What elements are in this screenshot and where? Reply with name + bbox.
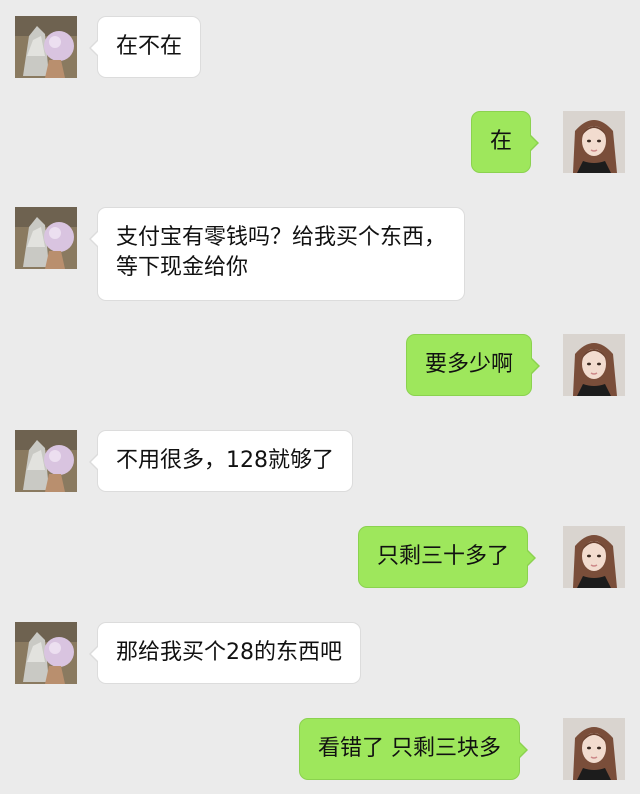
message-bubble[interactable]: 在不在 bbox=[88, 16, 202, 78]
message-bubble[interactable]: 那给我买个28的东西吧 bbox=[89, 622, 361, 684]
contact-avatar-icon bbox=[15, 430, 77, 492]
self-avatar[interactable] bbox=[563, 111, 625, 173]
self-avatar-icon bbox=[563, 111, 625, 173]
self-avatar-icon bbox=[563, 526, 625, 588]
message-text: 要多少啊 bbox=[425, 352, 514, 377]
self-avatar-icon bbox=[563, 718, 625, 780]
message-text: 看错了 只剩三块多 bbox=[318, 736, 501, 761]
message-text: 支付宝有零钱吗？给我买个东西， bbox=[116, 225, 447, 250]
message-text: 那给我买个28的东西吧 bbox=[116, 640, 342, 665]
contact-avatar[interactable] bbox=[15, 430, 77, 492]
message-bubble[interactable]: 只剩三十多了 bbox=[358, 526, 537, 588]
contact-avatar[interactable] bbox=[15, 622, 77, 684]
message-text: 等下现金给你 bbox=[116, 255, 249, 280]
message-bubble[interactable]: 不用很多，128就够了 bbox=[89, 430, 353, 492]
contact-avatar-icon bbox=[15, 207, 77, 269]
self-avatar-icon bbox=[563, 334, 625, 396]
message-text: 在不在 bbox=[116, 34, 183, 59]
message-bubble[interactable]: 要多少啊 bbox=[406, 334, 541, 396]
contact-avatar-icon bbox=[15, 622, 77, 684]
contact-avatar[interactable] bbox=[15, 207, 77, 269]
message-text: 在 bbox=[490, 129, 513, 154]
message-bubble[interactable]: 看错了 只剩三块多 bbox=[299, 718, 528, 780]
message-text: 不用很多，128就够了 bbox=[116, 448, 334, 473]
contact-avatar-icon bbox=[15, 16, 77, 78]
contact-avatar[interactable] bbox=[15, 16, 77, 78]
message-bubble[interactable]: 在 bbox=[471, 111, 540, 173]
message-bubble[interactable]: 支付宝有零钱吗？给我买个东西， 等下现金给你 bbox=[88, 207, 466, 301]
message-text: 只剩三十多了 bbox=[377, 544, 510, 569]
self-avatar[interactable] bbox=[563, 718, 625, 780]
self-avatar[interactable] bbox=[563, 526, 625, 588]
self-avatar[interactable] bbox=[563, 334, 625, 396]
